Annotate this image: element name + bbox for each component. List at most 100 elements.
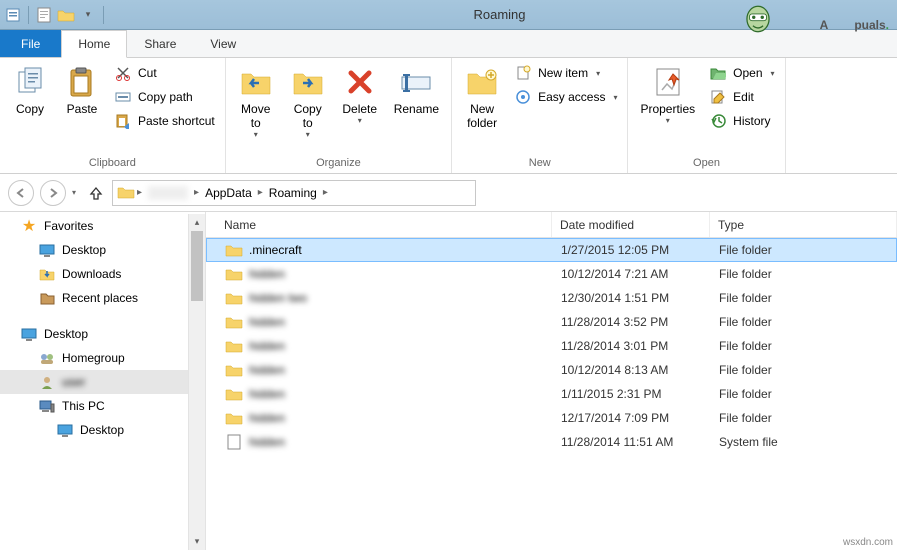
qat-dropdown-icon[interactable]: ▾	[79, 6, 97, 24]
tree-homegroup[interactable]: Homegroup	[0, 346, 205, 370]
file-name: hidden	[249, 363, 285, 377]
chevron-down-icon: ▾	[771, 69, 775, 78]
column-headers: Name Date modified Type	[206, 212, 897, 238]
file-type: File folder	[711, 411, 896, 425]
table-row[interactable]: hidden12/17/2014 7:09 PMFile folder	[206, 406, 897, 430]
up-button[interactable]	[86, 183, 106, 203]
new-folder-label: New folder	[467, 102, 497, 130]
new-doc-icon[interactable]	[35, 6, 53, 24]
chevron-right-icon[interactable]: ▸	[194, 187, 199, 198]
properties-button[interactable]: Properties	[634, 62, 701, 127]
move-to-button[interactable]: Move to	[232, 62, 280, 141]
ribbon-tabs: File Home Share View	[0, 30, 897, 58]
move-to-label: Move to	[241, 102, 270, 130]
scroll-thumb[interactable]	[191, 231, 203, 301]
chevron-right-icon[interactable]: ▸	[137, 187, 142, 198]
file-name: .minecraft	[249, 243, 302, 257]
forward-button[interactable]	[40, 180, 66, 206]
rename-icon	[398, 64, 434, 100]
new-folder-button[interactable]: New folder	[458, 62, 506, 132]
tab-view[interactable]: View	[193, 30, 253, 57]
edit-button[interactable]: Edit	[705, 86, 778, 108]
table-row[interactable]: hidden1/11/2015 2:31 PMFile folder	[206, 382, 897, 406]
folder-icon[interactable]	[57, 6, 75, 24]
column-name[interactable]: Name	[206, 212, 552, 237]
file-date: 12/30/2014 1:51 PM	[553, 291, 711, 305]
chevron-right-icon[interactable]: ▸	[258, 187, 263, 198]
table-row[interactable]: hidden11/28/2014 11:51 AMSystem file	[206, 430, 897, 454]
window-title: Roaming	[106, 7, 893, 22]
tree-user[interactable]: user	[0, 370, 205, 394]
file-type: File folder	[711, 339, 896, 353]
new-item-label: New item	[538, 66, 588, 80]
tab-share[interactable]: Share	[127, 30, 193, 57]
breadcrumb-appdata[interactable]: AppData	[201, 186, 256, 200]
navigation-pane: ★ Favorites Desktop Downloads Recent pla…	[0, 212, 206, 550]
file-date: 10/12/2014 7:21 AM	[553, 267, 711, 281]
file-type: File folder	[711, 291, 896, 305]
group-label-open: Open	[634, 155, 778, 171]
group-label-clipboard: Clipboard	[6, 155, 219, 171]
tab-home[interactable]: Home	[61, 30, 127, 58]
paste-shortcut-button[interactable]: Paste shortcut	[110, 110, 219, 132]
table-row[interactable]: hidden10/12/2014 7:21 AMFile folder	[206, 262, 897, 286]
copy-to-icon	[290, 64, 326, 100]
edit-label: Edit	[733, 90, 754, 104]
table-row[interactable]: hidden two12/30/2014 1:51 PMFile folder	[206, 286, 897, 310]
file-date: 12/17/2014 7:09 PM	[553, 411, 711, 425]
scroll-down-icon[interactable]: ▾	[189, 533, 205, 550]
back-button[interactable]	[8, 180, 34, 206]
this-pc-icon	[38, 398, 56, 414]
column-type[interactable]: Type	[710, 212, 897, 237]
separator	[28, 6, 29, 24]
tree-recent-places[interactable]: Recent places	[0, 286, 205, 310]
delete-label: Delete	[342, 102, 377, 116]
table-row[interactable]: hidden11/28/2014 3:52 PMFile folder	[206, 310, 897, 334]
history-button[interactable]: History	[705, 110, 778, 132]
group-open: Properties Open ▾ Edit History Open	[628, 58, 785, 173]
scroll-up-icon[interactable]: ▴	[189, 214, 205, 231]
table-row[interactable]: hidden11/28/2014 3:01 PMFile folder	[206, 334, 897, 358]
tree-favorites[interactable]: ★ Favorites	[0, 214, 205, 238]
column-date-modified[interactable]: Date modified	[552, 212, 710, 237]
paste-label: Paste	[67, 102, 98, 116]
table-row[interactable]: .minecraft1/27/2015 12:05 PMFile folder	[206, 238, 897, 262]
copy-button[interactable]: Copy	[6, 62, 54, 118]
tree-desktop-root[interactable]: Desktop	[0, 322, 205, 346]
cut-button[interactable]: Cut	[110, 62, 219, 84]
file-type: System file	[711, 435, 896, 449]
tree-label: Desktop	[62, 243, 106, 257]
new-item-button[interactable]: New item ▾	[510, 62, 621, 84]
folder-icon	[225, 410, 243, 426]
paste-button[interactable]: Paste	[58, 62, 106, 118]
paste-shortcut-icon	[114, 112, 132, 130]
file-type: File folder	[711, 267, 896, 281]
breadcrumb-roaming[interactable]: Roaming	[265, 186, 321, 200]
file-date: 11/28/2014 11:51 AM	[553, 435, 711, 449]
copy-to-button[interactable]: Copy to	[284, 62, 332, 141]
tab-file[interactable]: File	[0, 30, 61, 57]
properties-icon[interactable]	[4, 6, 22, 24]
rename-button[interactable]: Rename	[388, 62, 445, 118]
file-name: hidden	[249, 387, 285, 401]
table-row[interactable]: hidden10/12/2014 8:13 AMFile folder	[206, 358, 897, 382]
address-bar[interactable]: ▸ ▸ AppData ▸ Roaming ▸	[112, 180, 476, 206]
easy-access-button[interactable]: Easy access ▾	[510, 86, 621, 108]
recent-locations-dropdown[interactable]: ▾	[72, 188, 80, 197]
new-item-icon	[514, 64, 532, 82]
file-type: File folder	[711, 243, 896, 257]
chevron-right-icon[interactable]: ▸	[323, 187, 328, 198]
tree-downloads[interactable]: Downloads	[0, 262, 205, 286]
tree-desktop-fav[interactable]: Desktop	[0, 238, 205, 262]
folder-icon	[225, 314, 243, 330]
breadcrumb-user[interactable]	[144, 186, 192, 200]
file-date: 1/11/2015 2:31 PM	[553, 387, 711, 401]
delete-button[interactable]: Delete	[336, 62, 384, 127]
tree-desktop-child[interactable]: Desktop	[0, 418, 205, 442]
tree-label: This PC	[62, 399, 105, 413]
copy-path-button[interactable]: Copy path	[110, 86, 219, 108]
sidebar-scrollbar[interactable]: ▴ ▾	[188, 214, 205, 550]
rename-label: Rename	[394, 102, 439, 116]
open-button[interactable]: Open ▾	[705, 62, 778, 84]
tree-this-pc[interactable]: This PC	[0, 394, 205, 418]
